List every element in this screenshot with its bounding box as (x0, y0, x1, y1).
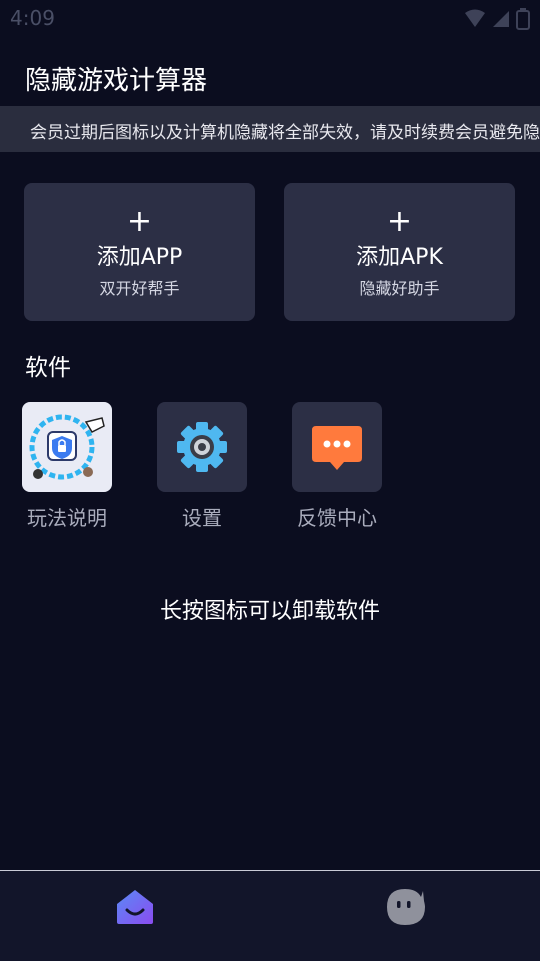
signal-icon (493, 11, 509, 27)
gear-icon (157, 402, 247, 492)
plus-icon: + (126, 204, 153, 239)
app-feedback-label: 反馈中心 (297, 506, 377, 530)
add-apk-button[interactable]: + 添加APK 隐藏好助手 (284, 183, 515, 321)
app-feedback[interactable]: 反馈中心 (282, 402, 392, 531)
nav-profile[interactable] (383, 885, 427, 929)
app-settings-label: 设置 (182, 506, 222, 530)
status-time: 4:09 (10, 6, 55, 30)
add-apk-label: 添加APK (356, 245, 443, 270)
notice-marquee: 会员过期后图标以及计算机隐藏将全部失效，请及时续费会员避免隐 (0, 106, 540, 152)
app-tutorial[interactable]: 玩法说明 (12, 402, 122, 531)
chat-bubble-icon (292, 402, 382, 492)
app-settings[interactable]: 设置 (147, 402, 257, 531)
status-bar: 4:09 (0, 0, 540, 36)
uninstall-hint: 长按图标可以卸载软件 (159, 599, 380, 624)
bottom-nav (0, 870, 540, 961)
section-title: 软件 (25, 355, 71, 381)
add-app-label: 添加APP (96, 245, 183, 270)
profile-face-icon (387, 889, 425, 925)
status-icons (464, 8, 530, 30)
add-apk-subtitle: 隐藏好助手 (359, 279, 440, 298)
battery-icon (516, 8, 530, 30)
plus-icon: + (386, 204, 413, 239)
page-title: 隐藏游戏计算器 (25, 66, 208, 96)
wifi-icon (465, 9, 485, 27)
notice-text: 会员过期后图标以及计算机隐藏将全部失效，请及时续费会员避免隐 (30, 123, 540, 143)
nav-home[interactable] (113, 885, 157, 929)
home-icon (117, 890, 153, 924)
app-tutorial-label: 玩法说明 (27, 506, 107, 530)
add-app-subtitle: 双开好帮手 (99, 279, 180, 298)
add-app-button[interactable]: + 添加APP 双开好帮手 (24, 183, 255, 321)
tutorial-icon (22, 402, 112, 492)
